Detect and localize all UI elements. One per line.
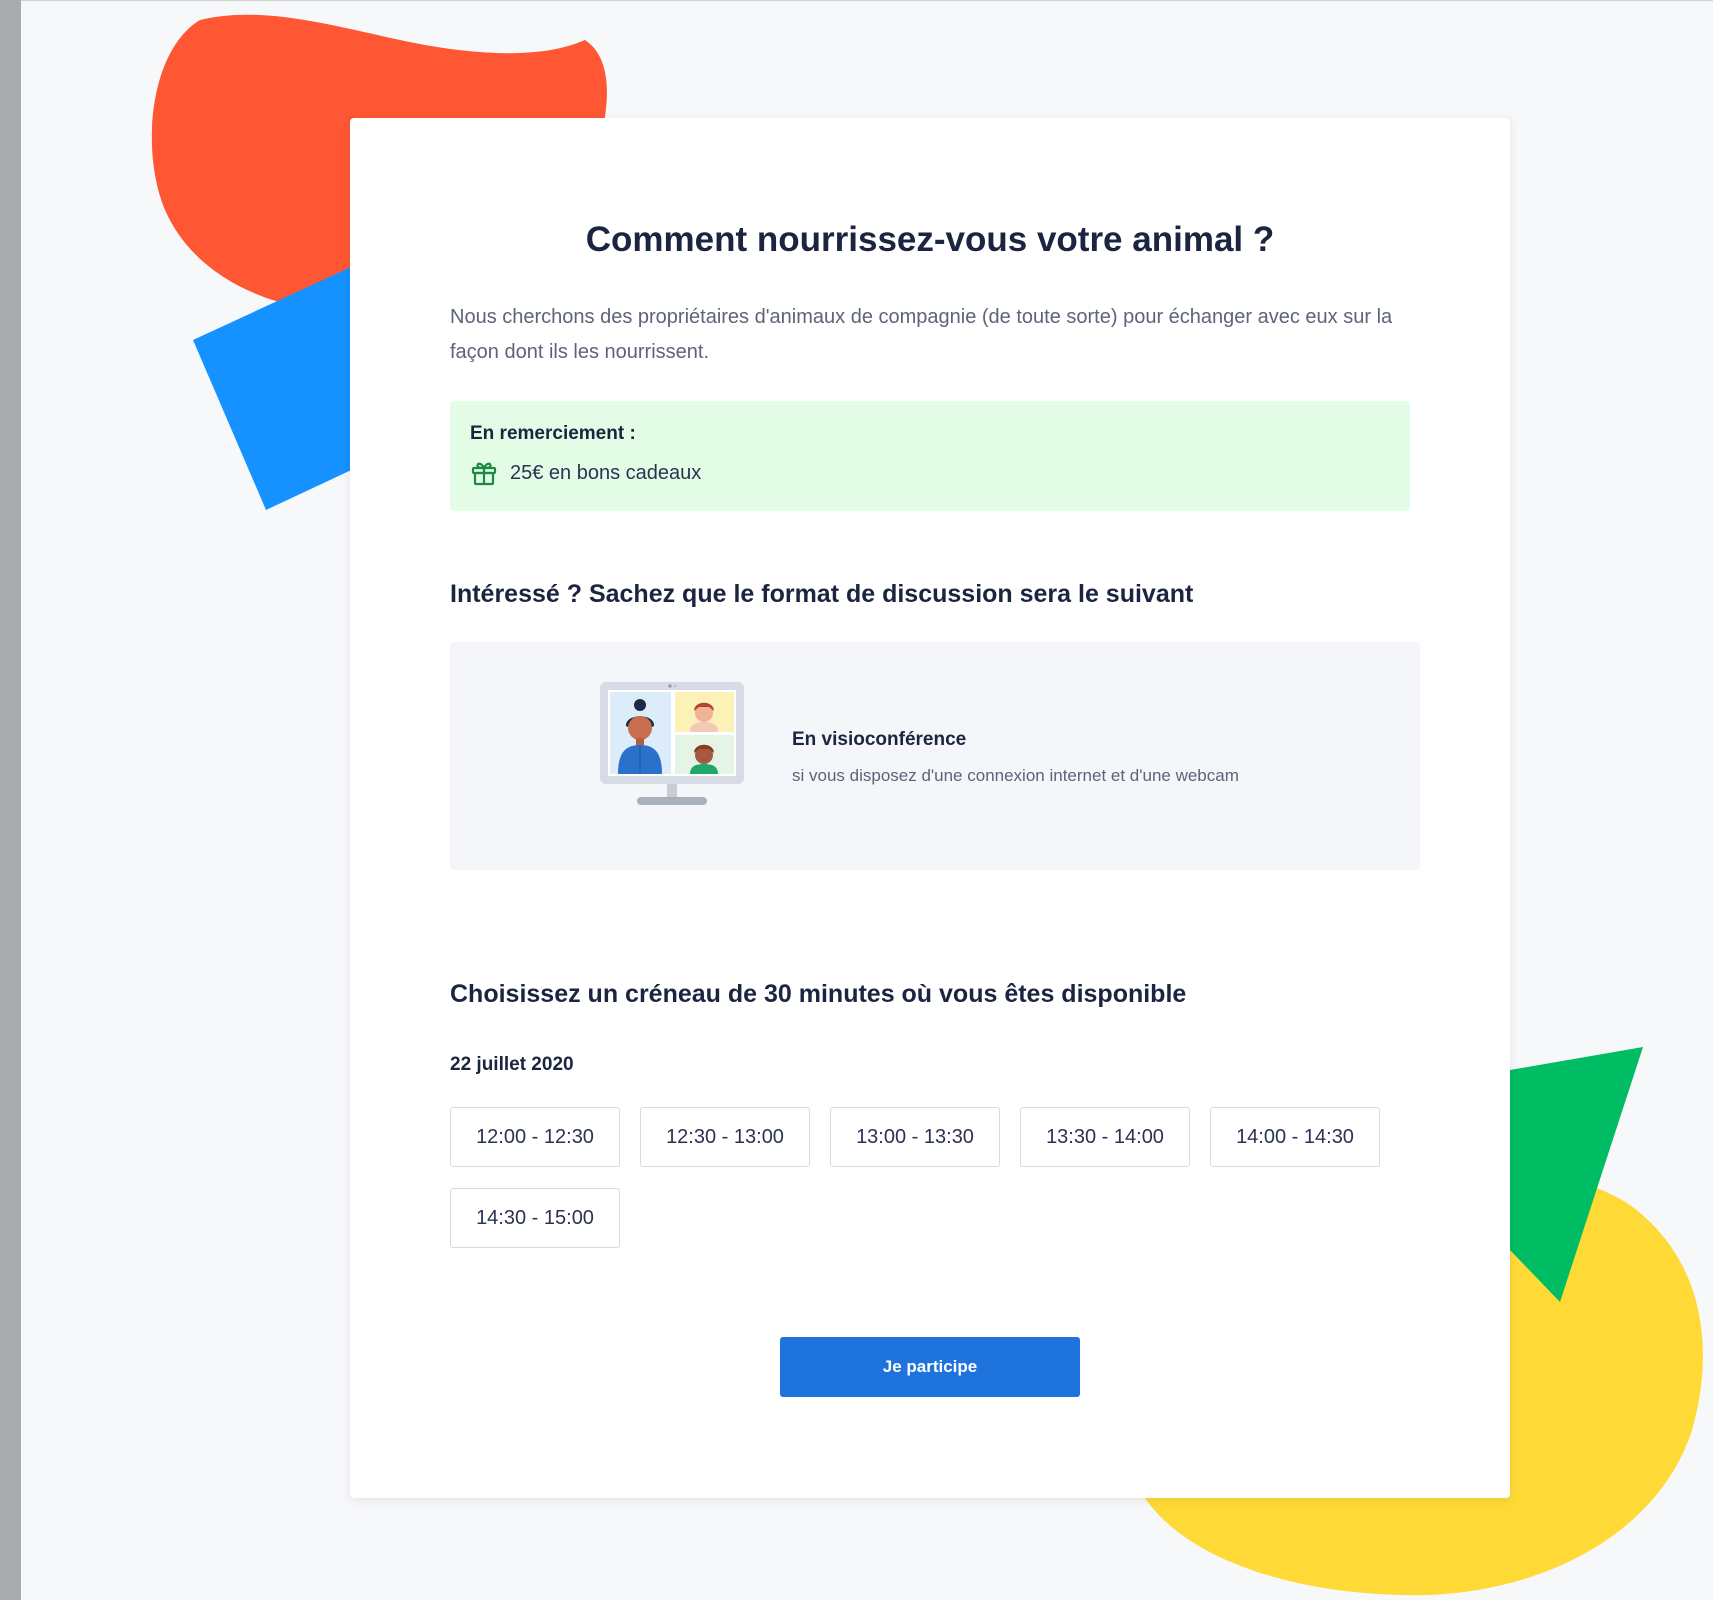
format-heading: Intéressé ? Sachez que le format de disc… (450, 580, 1194, 608)
reward-item: 25€ en bons cadeaux (470, 459, 701, 487)
time-slot-button[interactable]: 12:00 - 12:30 (450, 1107, 620, 1167)
time-slot-list: 12:00 - 12:30 12:30 - 13:00 13:00 - 13:3… (450, 1107, 1410, 1248)
schedule-heading: Choisissez un créneau de 30 minutes où v… (450, 980, 1187, 1008)
survey-card: Comment nourrissez-vous votre animal ? N… (350, 118, 1510, 1498)
reward-heading: En remerciement : (470, 423, 636, 444)
participate-button[interactable]: Je participe (780, 1337, 1080, 1397)
schedule-date: 22 juillet 2020 (450, 1054, 574, 1075)
time-slot-button[interactable]: 14:00 - 14:30 (1210, 1107, 1380, 1167)
format-title: En visioconférence (792, 729, 967, 750)
time-slot-button[interactable]: 13:00 - 13:30 (830, 1107, 1000, 1167)
gift-icon (470, 459, 498, 487)
time-slot-button[interactable]: 14:30 - 15:00 (450, 1188, 620, 1248)
format-description: si vous disposez d'une connexion interne… (792, 766, 1239, 785)
reward-text: 25€ en bons cadeaux (510, 461, 702, 484)
reward-box: En remerciement : 25€ en bons cadeaux (450, 401, 1410, 511)
time-slot-button[interactable]: 13:30 - 14:00 (1020, 1107, 1190, 1167)
page-title: Comment nourrissez-vous votre animal ? (585, 220, 1275, 259)
format-box: En visioconférence si vous disposez d'un… (450, 642, 1420, 870)
time-slot-button[interactable]: 12:30 - 13:00 (640, 1107, 810, 1167)
video-call-illustration (600, 682, 744, 805)
intro-text: Nous cherchons des propriétaires d'anima… (450, 306, 1393, 363)
